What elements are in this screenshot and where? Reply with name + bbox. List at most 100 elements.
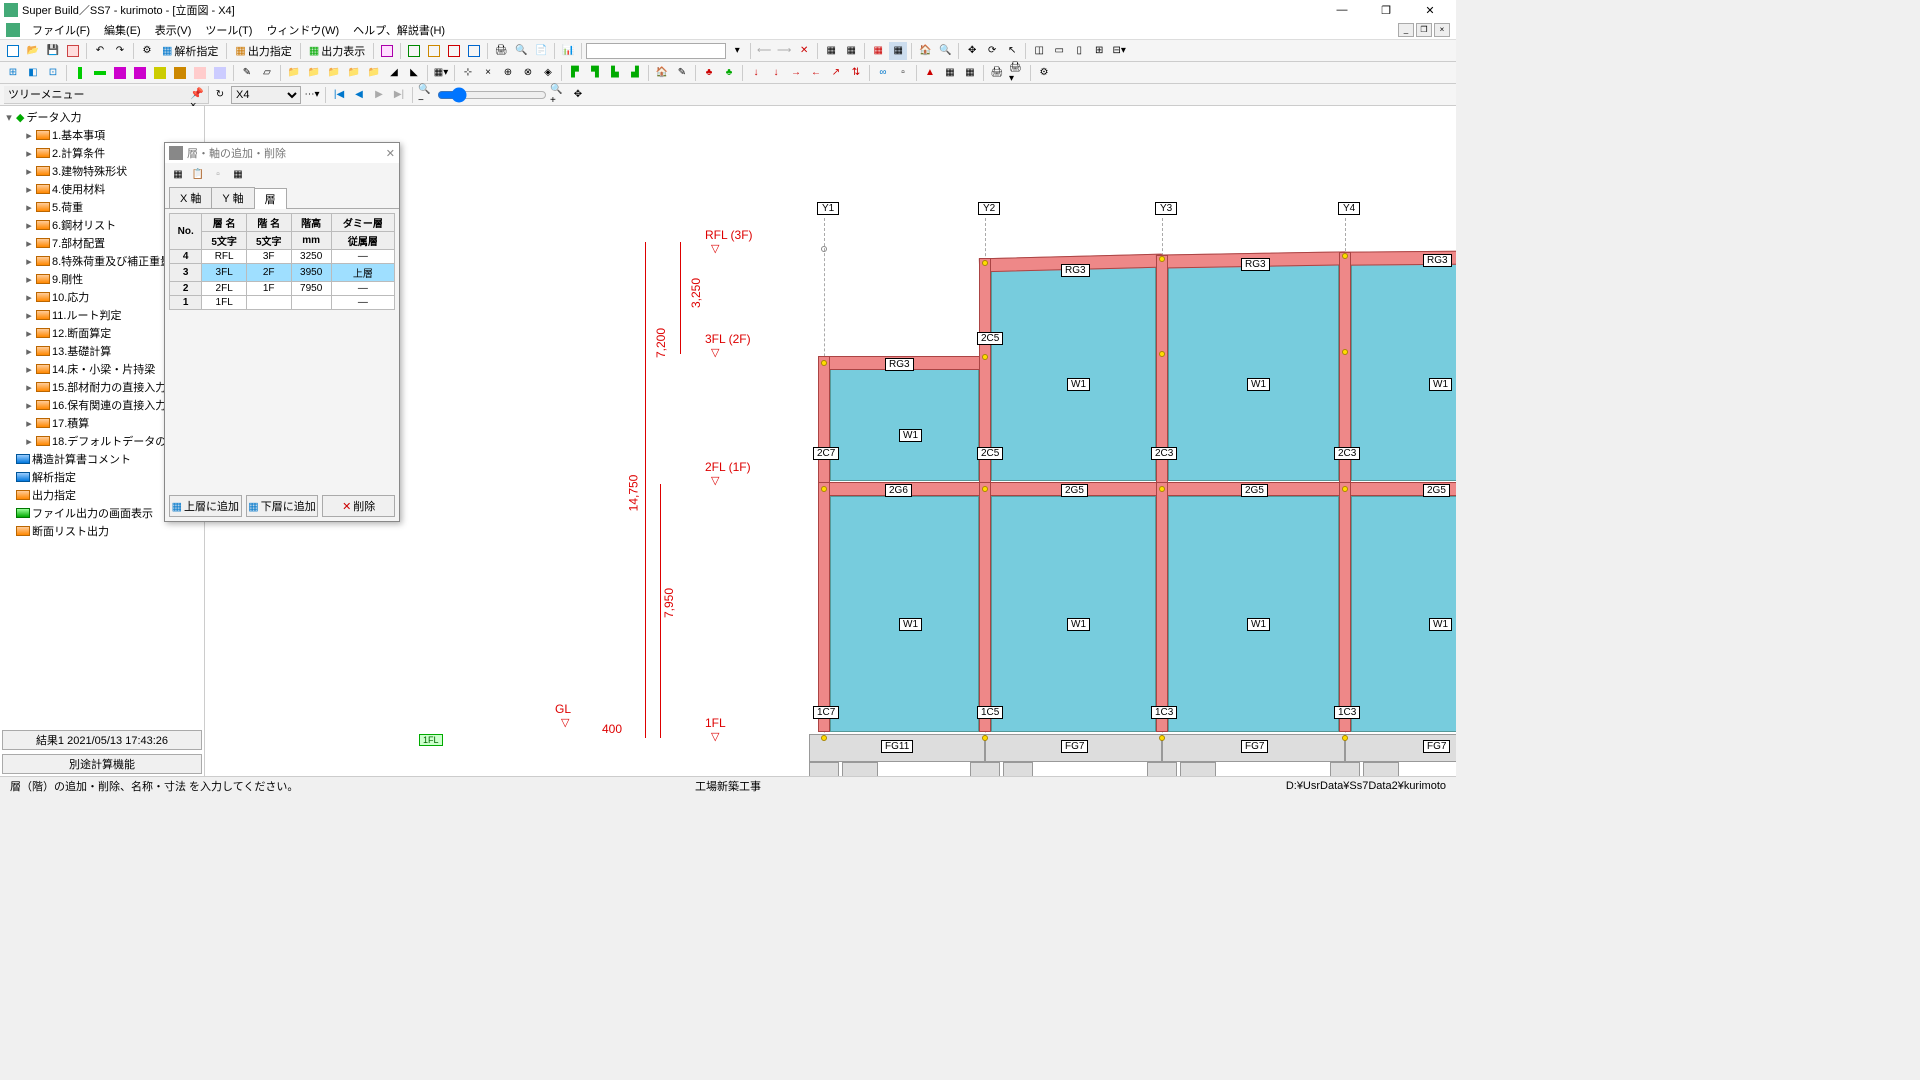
t2-f2[interactable]: 📁	[305, 64, 323, 82]
tb-zoom[interactable]: 🔍	[936, 42, 954, 60]
t2-grid[interactable]: ▦▾	[432, 64, 450, 82]
table-row[interactable]: 11FL—	[170, 296, 395, 310]
t2-ar1[interactable]: ↓	[747, 64, 765, 82]
t2-r1[interactable]: ♣	[700, 64, 718, 82]
nav-refresh[interactable]: ↻	[211, 86, 229, 104]
t2-sq[interactable]: ▫	[894, 64, 912, 82]
menu-view[interactable]: 表示(V)	[149, 20, 198, 40]
dlg-tb3[interactable]: ▫	[209, 165, 227, 183]
tb-w1[interactable]: ◫	[1030, 42, 1048, 60]
t2-f6[interactable]: ◢	[385, 64, 403, 82]
tb-new[interactable]	[4, 42, 22, 60]
tb-search-go[interactable]: ▾	[728, 42, 746, 60]
menu-edit[interactable]: 編集(E)	[98, 20, 147, 40]
tb-search-input[interactable]	[586, 43, 726, 59]
nav-first[interactable]: |◀	[330, 86, 348, 104]
tb-grid1[interactable]: ▦	[869, 42, 887, 60]
table-row[interactable]: 33FL2F3950上層	[170, 264, 395, 282]
nav-last[interactable]: ▶|	[390, 86, 408, 104]
t2-2[interactable]	[91, 64, 109, 82]
add-upper-button[interactable]: ▦上層に追加	[169, 495, 242, 517]
axis-combo[interactable]: X4	[231, 86, 301, 104]
t2-g2[interactable]: ▜	[586, 64, 604, 82]
tb-nav1[interactable]: ⟵	[755, 42, 773, 60]
zoom-in[interactable]: 🔍+	[549, 86, 567, 104]
t2-ar6[interactable]: ⇅	[847, 64, 865, 82]
tb-w5[interactable]: ⊟▾	[1110, 42, 1128, 60]
mdi-restore[interactable]: ❐	[1416, 23, 1432, 37]
tb-rotate[interactable]: ⟳	[983, 42, 1001, 60]
tree-root[interactable]: ▾◆データ入力	[2, 108, 202, 126]
t2-f7[interactable]: ◣	[405, 64, 423, 82]
tb-v1[interactable]: ▦	[822, 42, 840, 60]
t2-p1[interactable]: ⊹	[459, 64, 477, 82]
t2-7[interactable]	[191, 64, 209, 82]
t2-ar4[interactable]: ←	[807, 64, 825, 82]
result-button-2[interactable]: 別途計算機能	[2, 754, 202, 774]
tab-layer[interactable]: 層	[254, 188, 287, 209]
result-button-1[interactable]: 結果1 2021/05/13 17:43:26	[2, 730, 202, 750]
t2-f5[interactable]: 📁	[365, 64, 383, 82]
menu-file[interactable]: ファイル(F)	[26, 20, 96, 40]
tb-undo[interactable]: ↶	[91, 42, 109, 60]
tb-close[interactable]	[64, 42, 82, 60]
t2-f3[interactable]: 📁	[325, 64, 343, 82]
menu-help[interactable]: ヘルプ、解説書(H)	[347, 20, 451, 40]
t2-p5[interactable]: ◈	[539, 64, 557, 82]
dlg-tb2[interactable]: 📋	[189, 165, 207, 183]
t2-pr1[interactable]: 🖨	[988, 64, 1006, 82]
mdi-close[interactable]: ×	[1434, 23, 1450, 37]
zoom-slider[interactable]	[437, 87, 547, 103]
t2-inf[interactable]: ∞	[874, 64, 892, 82]
minimize-button[interactable]: —	[1320, 0, 1364, 20]
tb-w2[interactable]: ▭	[1050, 42, 1068, 60]
delete-button[interactable]: ✕削除	[322, 495, 395, 517]
t2-c[interactable]: ⊡	[44, 64, 62, 82]
t2-p3[interactable]: ⊕	[499, 64, 517, 82]
t2-p4[interactable]: ⊗	[519, 64, 537, 82]
dlg-tb1[interactable]: ▦	[169, 165, 187, 183]
t2-6[interactable]	[171, 64, 189, 82]
t2-g3[interactable]: ▙	[606, 64, 624, 82]
tb-w4[interactable]: ⊞	[1090, 42, 1108, 60]
tb-b1[interactable]	[405, 42, 423, 60]
t2-h2[interactable]: ✎	[673, 64, 691, 82]
t2-pen[interactable]: ✎	[238, 64, 256, 82]
t2-tri[interactable]: ▲	[921, 64, 939, 82]
mdi-minimize[interactable]: _	[1398, 23, 1414, 37]
t2-4[interactable]	[131, 64, 149, 82]
tree-item[interactable]: 断面リスト出力	[2, 522, 202, 540]
menu-window[interactable]: ウィンドウ(W)	[260, 20, 345, 40]
dlg-tb4[interactable]: ▦	[229, 165, 247, 183]
t2-m2[interactable]: ▦	[961, 64, 979, 82]
tb-analysis-icon[interactable]: ⚙	[138, 42, 156, 60]
t2-1[interactable]	[71, 64, 89, 82]
t2-m1[interactable]: ▦	[941, 64, 959, 82]
tb-preview[interactable]: 🔍	[512, 42, 530, 60]
tb-home[interactable]: 🏠	[916, 42, 934, 60]
t2-g1[interactable]: ▛	[566, 64, 584, 82]
t2-pr2[interactable]: 🖨▾	[1008, 64, 1026, 82]
tab-y-axis[interactable]: Y 軸	[211, 187, 254, 208]
tb-v2[interactable]: ▦	[842, 42, 860, 60]
table-row[interactable]: 4RFL3F3250—	[170, 250, 395, 264]
tb-pointer[interactable]: ↖	[1003, 42, 1021, 60]
tb-nav2[interactable]: ⟶	[775, 42, 793, 60]
t2-er[interactable]: ▱	[258, 64, 276, 82]
tb-output-display[interactable]: ▦出力表示	[305, 41, 369, 61]
t2-r2[interactable]: ♣	[720, 64, 738, 82]
tb-output-settings[interactable]: ▦出力指定	[231, 41, 295, 61]
t2-g4[interactable]: ▟	[626, 64, 644, 82]
t2-3[interactable]	[111, 64, 129, 82]
table-row[interactable]: 22FL1F7950—	[170, 282, 395, 296]
nav-next[interactable]: ▶	[370, 86, 388, 104]
layer-grid[interactable]: No. 層 名階 名 階高ダミー層 5文字5文字 mm従属層 4RFL3F325…	[169, 213, 395, 310]
t2-a[interactable]: ⊞	[4, 64, 22, 82]
nav-mode[interactable]: ⋯▾	[303, 86, 321, 104]
t2-ar2[interactable]: ↓	[767, 64, 785, 82]
tb-chart[interactable]: 📊	[559, 42, 577, 60]
t2-ar3[interactable]: →	[787, 64, 805, 82]
tb-export[interactable]: 📄	[532, 42, 550, 60]
tb-nav3[interactable]: ✕	[795, 42, 813, 60]
tb-open[interactable]: 📂	[24, 42, 42, 60]
